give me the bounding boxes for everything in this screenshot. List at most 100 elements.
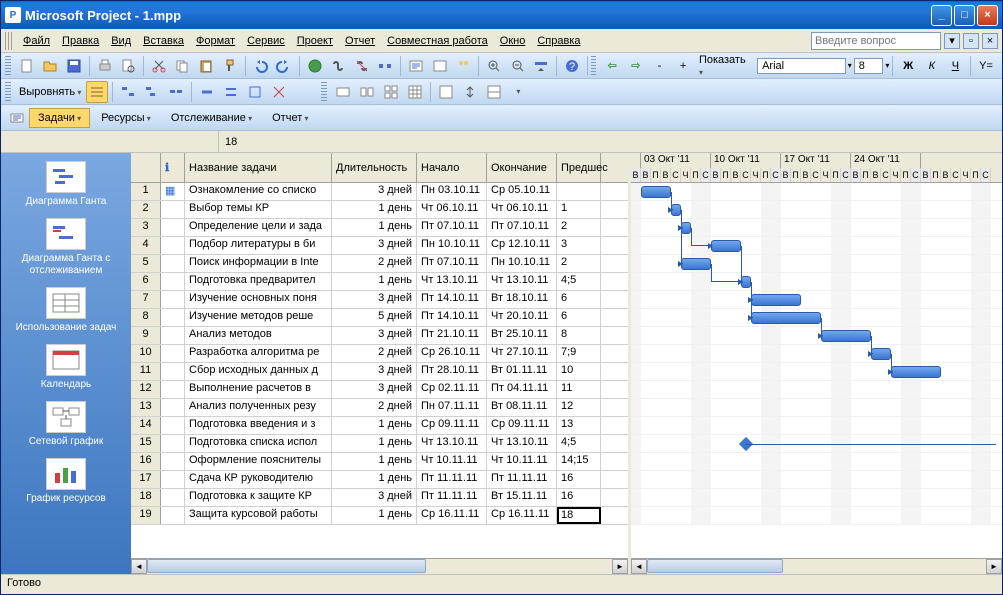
outdent-button[interactable]: -	[649, 55, 671, 77]
view-task-usage[interactable]: Использование задач	[11, 287, 121, 334]
goto-task-button[interactable]	[530, 55, 552, 77]
cell-pred[interactable]: 8	[557, 327, 601, 344]
cell-pred[interactable]: 12	[557, 399, 601, 416]
gantt-row[interactable]	[631, 399, 1002, 417]
menu-help[interactable]: Справка	[531, 32, 586, 50]
filter-button[interactable]: Y=	[975, 55, 997, 77]
cell-pred[interactable]: 3	[557, 237, 601, 254]
header-start[interactable]: Начало	[417, 153, 487, 182]
cell-pred[interactable]: 10	[557, 363, 601, 380]
tb-icon[interactable]	[404, 81, 426, 103]
cell-start[interactable]: Чт 06.10.11	[417, 201, 487, 218]
tab-tracking[interactable]: Отслеживание	[162, 108, 261, 128]
cell-start[interactable]: Пт 07.10.11	[417, 219, 487, 236]
cell-pred[interactable]: 6	[557, 309, 601, 326]
zoom-in-button[interactable]	[483, 55, 505, 77]
cell-pred[interactable]: 4;5	[557, 435, 601, 452]
row-number[interactable]: 15	[131, 435, 161, 452]
tb-icon[interactable]	[380, 81, 402, 103]
cell-info[interactable]	[161, 255, 185, 272]
cell-duration[interactable]: 2 дней	[332, 345, 417, 362]
cell-start[interactable]: Пт 07.10.11	[417, 255, 487, 272]
table-row[interactable]: 12 Выполнение расчетов в 3 дней Ср 02.11…	[131, 381, 628, 399]
cell-pred[interactable]: 14;15	[557, 453, 601, 470]
gantt-bar[interactable]	[821, 330, 871, 342]
row-number[interactable]: 7	[131, 291, 161, 308]
table-row[interactable]: 11 Сбор исходных данных д 3 дней Пт 28.1…	[131, 363, 628, 381]
cell-duration[interactable]: 2 дней	[332, 399, 417, 416]
copy-button[interactable]	[172, 55, 194, 77]
scroll-left-button[interactable]: ◄	[631, 559, 647, 574]
cell-info[interactable]	[161, 435, 185, 452]
new-button[interactable]	[16, 55, 38, 77]
menu-report[interactable]: Отчет	[339, 32, 381, 50]
cell-finish[interactable]: Вт 25.10.11	[487, 327, 557, 344]
redo-button[interactable]	[273, 55, 295, 77]
cell-start[interactable]: Пт 28.10.11	[417, 363, 487, 380]
gantt-bar[interactable]	[891, 366, 941, 378]
cell-info[interactable]	[161, 201, 185, 218]
menu-service[interactable]: Сервис	[241, 32, 291, 50]
table-row[interactable]: 17 Сдача КР руководителю 1 день Пт 11.11…	[131, 471, 628, 489]
cell-info[interactable]	[161, 399, 185, 416]
open-button[interactable]	[40, 55, 62, 77]
view-network[interactable]: Сетевой график	[11, 401, 121, 448]
cell-name[interactable]: Сбор исходных данных д	[185, 363, 332, 380]
tb-icon[interactable]	[332, 81, 354, 103]
cell-finish[interactable]: Вт 01.11.11	[487, 363, 557, 380]
gantt-scrollbar[interactable]: ◄ ►	[631, 558, 1002, 574]
task-notes-button[interactable]	[429, 55, 451, 77]
cell-name[interactable]: Сдача КР руководителю	[185, 471, 332, 488]
toolbar-grip[interactable]	[321, 82, 327, 102]
table-row[interactable]: 1 ▦ Ознакомление со списко 3 дней Пн 03.…	[131, 183, 628, 201]
cell-info[interactable]	[161, 471, 185, 488]
gantt-row[interactable]	[631, 255, 1002, 273]
header-finish[interactable]: Окончание	[487, 153, 557, 182]
guide-toggle-button[interactable]	[6, 107, 28, 129]
row-number[interactable]: 11	[131, 363, 161, 380]
undo-button[interactable]	[249, 55, 271, 77]
header-name[interactable]: Название задачи	[185, 153, 332, 182]
cell-name[interactable]: Подготовка списка испол	[185, 435, 332, 452]
view-gantt[interactable]: Диаграмма Ганта	[11, 161, 121, 208]
view-resource-graph[interactable]: График ресурсов	[11, 458, 121, 505]
cell-pred[interactable]: 2	[557, 255, 601, 272]
gantt-row[interactable]	[631, 201, 1002, 219]
header-info[interactable]: ℹ	[161, 153, 185, 182]
cell-info[interactable]: ▦	[161, 183, 185, 200]
gantt-bar[interactable]	[751, 312, 821, 324]
scroll-right-button[interactable]: ►	[612, 559, 628, 574]
gantt-row[interactable]	[631, 471, 1002, 489]
row-number[interactable]: 18	[131, 489, 161, 506]
tab-resources[interactable]: Ресурсы	[92, 108, 160, 128]
bold-button[interactable]: Ж	[897, 55, 919, 77]
cell-name[interactable]: Ознакомление со списко	[185, 183, 332, 200]
cell-info[interactable]	[161, 237, 185, 254]
table-row[interactable]: 5 Поиск информации в Inte 2 дней Пт 07.1…	[131, 255, 628, 273]
font-select[interactable]: Arial	[757, 58, 846, 74]
cell-start[interactable]: Пт 21.10.11	[417, 327, 487, 344]
scroll-thumb[interactable]	[647, 559, 783, 573]
table-row[interactable]: 13 Анализ полученных резу 2 дней Пн 07.1…	[131, 399, 628, 417]
assign-resources-button[interactable]	[452, 55, 474, 77]
menu-project[interactable]: Проект	[291, 32, 339, 50]
cell-pred[interactable]: 6	[557, 291, 601, 308]
cell-pred[interactable]: 4;5	[557, 273, 601, 290]
row-number[interactable]: 13	[131, 399, 161, 416]
table-row[interactable]: 6 Подготовка предварител 1 день Чт 13.10…	[131, 273, 628, 291]
row-number[interactable]: 17	[131, 471, 161, 488]
leveling-button[interactable]	[86, 81, 108, 103]
close-button[interactable]: ×	[977, 5, 998, 26]
cell-finish[interactable]: Вт 08.11.11	[487, 399, 557, 416]
cell-name[interactable]: Поиск информации в Inte	[185, 255, 332, 272]
cell-pred[interactable]: 1	[557, 201, 601, 218]
gantt-row[interactable]	[631, 291, 1002, 309]
row-number[interactable]: 4	[131, 237, 161, 254]
font-size-select[interactable]: 8	[854, 58, 884, 74]
cell-info[interactable]	[161, 507, 185, 524]
cell-duration[interactable]: 3 дней	[332, 183, 417, 200]
cell-finish[interactable]: Ср 09.11.11	[487, 417, 557, 434]
cell-start[interactable]: Чт 13.10.11	[417, 435, 487, 452]
cell-info[interactable]	[161, 327, 185, 344]
menu-window[interactable]: Окно	[494, 32, 532, 50]
